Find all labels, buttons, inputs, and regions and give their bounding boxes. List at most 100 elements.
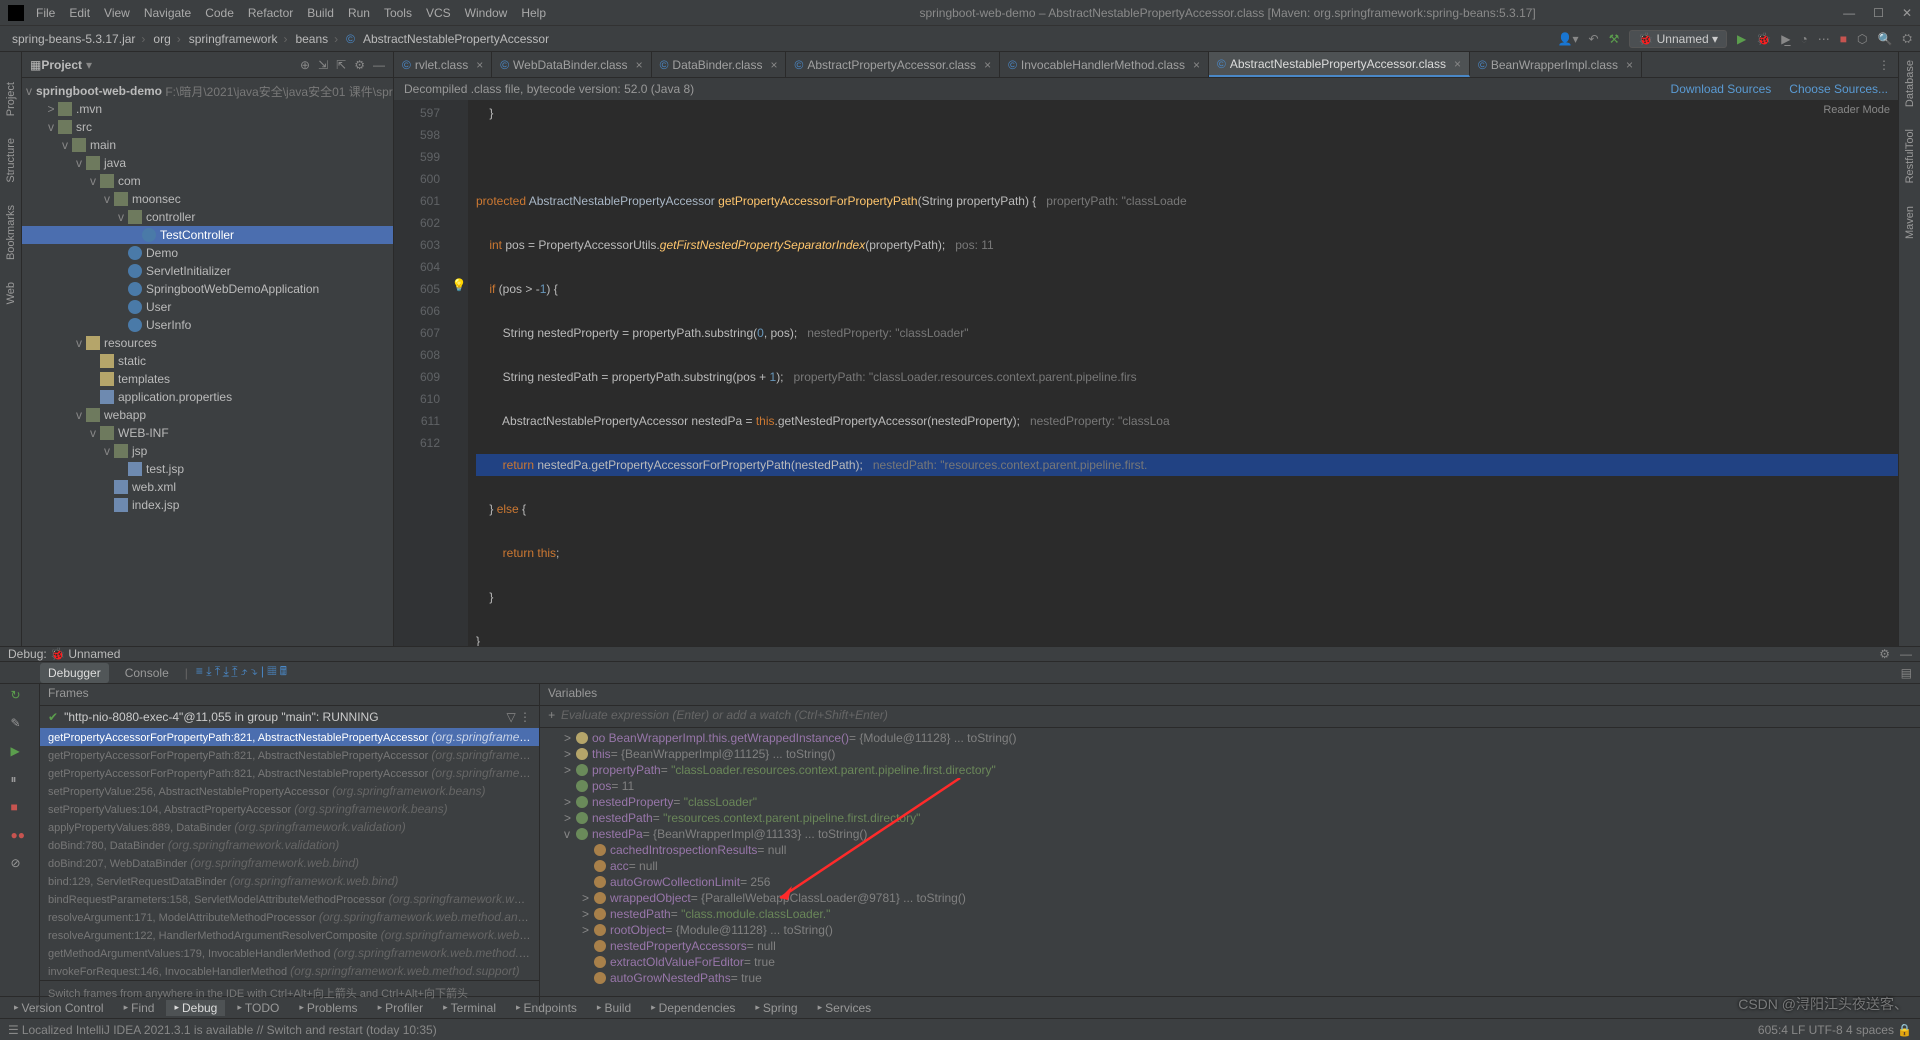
toolwindow-button[interactable]: ▸Find	[116, 1000, 163, 1016]
variable-row[interactable]: acc = null	[540, 858, 1920, 874]
editor-tab[interactable]: ©DataBinder.class×	[652, 52, 787, 77]
close-tab-icon[interactable]: ×	[1626, 58, 1633, 72]
hammer-icon[interactable]: ⚒	[1609, 32, 1620, 46]
stack-frame[interactable]: invokeForRequest:146, InvocableHandlerMe…	[40, 962, 539, 980]
tree-node[interactable]: vjsp	[22, 442, 393, 460]
stack-frame[interactable]: setPropertyValues:104, AbstractPropertyA…	[40, 800, 539, 818]
menu-refactor[interactable]: Refactor	[242, 4, 299, 22]
menu-navigate[interactable]: Navigate	[138, 4, 197, 22]
more-tabs-icon[interactable]: ⋮	[1870, 58, 1898, 72]
crumb[interactable]: spring-beans-5.3.17.jar	[8, 32, 149, 46]
crumb-class[interactable]: AbstractNestablePropertyAccessor	[359, 32, 553, 46]
tree-node[interactable]: Demo	[22, 244, 393, 262]
maximize-icon[interactable]: ☐	[1873, 6, 1884, 20]
tree-node[interactable]: vresources	[22, 334, 393, 352]
minimize-icon[interactable]: —	[1843, 6, 1855, 20]
toolwindow-button[interactable]: ▸Debug	[166, 1000, 225, 1016]
variable-row[interactable]: vnestedPa = {BeanWrapperImpl@11133} ... …	[540, 826, 1920, 842]
git-icon[interactable]: ⬡	[1857, 32, 1867, 46]
menu-code[interactable]: Code	[199, 4, 240, 22]
tree-node[interactable]: static	[22, 352, 393, 370]
variable-row[interactable]: >nestedProperty = "classLoader"	[540, 794, 1920, 810]
stack-frame[interactable]: setPropertyValue:256, AbstractNestablePr…	[40, 782, 539, 800]
toolwindow-button[interactable]: ▸Profiler	[370, 1000, 432, 1016]
debugger-tab[interactable]: Debugger	[40, 663, 109, 683]
variable-row[interactable]: >wrappedObject = {ParallelWebappClassLoa…	[540, 890, 1920, 906]
tree-node[interactable]: >.mvn	[22, 100, 393, 118]
back-icon[interactable]: ↶	[1589, 32, 1599, 46]
intention-bulb-icon[interactable]: 💡	[450, 278, 468, 292]
lock-icon[interactable]: 🔒	[1897, 1023, 1912, 1037]
stack-frame[interactable]: bindRequestParameters:158, ServletModelA…	[40, 890, 539, 908]
tree-node[interactable]: index.jsp	[22, 496, 393, 514]
tree-node[interactable]: web.xml	[22, 478, 393, 496]
tree-node[interactable]: vjava	[22, 154, 393, 172]
toolwindow-button[interactable]: ▸Problems	[291, 1000, 365, 1016]
close-tab-icon[interactable]: ×	[1454, 57, 1461, 71]
attach-icon[interactable]: ⋯	[1818, 32, 1830, 46]
code-editor[interactable]: 5975985996006016026036046056066076086096…	[394, 100, 1898, 646]
stack-frame[interactable]: bind:129, ServletRequestDataBinder (org.…	[40, 872, 539, 890]
debug-session-name[interactable]: Unnamed	[68, 647, 120, 661]
tree-node[interactable]: vwebapp	[22, 406, 393, 424]
tree-node[interactable]: TestController	[22, 226, 393, 244]
variable-row[interactable]: >nestedPath = "class.module.classLoader.…	[540, 906, 1920, 922]
variable-row[interactable]: nestedPropertyAccessors = null	[540, 938, 1920, 954]
menu-run[interactable]: Run	[342, 4, 376, 22]
tree-node[interactable]: templates	[22, 370, 393, 388]
stack-frame[interactable]: doBind:207, WebDataBinder (org.springfra…	[40, 854, 539, 872]
maven-stripe[interactable]: Maven	[1904, 206, 1916, 239]
tree-node[interactable]: User	[22, 298, 393, 316]
tree-node[interactable]: vmoonsec	[22, 190, 393, 208]
variable-row[interactable]: >nestedPath = "resources.context.parent.…	[540, 810, 1920, 826]
menu-build[interactable]: Build	[301, 4, 340, 22]
crumb[interactable]: springframework	[185, 32, 292, 46]
database-stripe[interactable]: Database	[1904, 60, 1916, 107]
collapse-icon[interactable]: ⇱	[336, 58, 346, 72]
hide-icon[interactable]: —	[373, 58, 385, 72]
reader-mode-badge[interactable]: Reader Mode	[1823, 104, 1890, 116]
variable-row[interactable]: >oo BeanWrapperImpl.this.getWrappedInsta…	[540, 730, 1920, 746]
tree-node[interactable]: test.jsp	[22, 460, 393, 478]
variable-row[interactable]: >propertyPath = "classLoader.resources.c…	[540, 762, 1920, 778]
debug-settings-icon[interactable]: ⚙	[1879, 647, 1890, 661]
expand-icon[interactable]: ⇲	[318, 58, 328, 72]
toolwindow-button[interactable]: ▸TODO	[229, 1000, 287, 1016]
search-icon[interactable]: 🔍	[1877, 32, 1892, 46]
crumb[interactable]: beans	[291, 32, 342, 46]
structure-stripe[interactable]: Structure	[5, 138, 17, 183]
tree-node[interactable]: application.properties	[22, 388, 393, 406]
stack-frame[interactable]: getPropertyAccessorForPropertyPath:821, …	[40, 746, 539, 764]
project-view-dropdown[interactable]: ▾	[86, 58, 92, 72]
editor-tab[interactable]: ©WebDataBinder.class×	[492, 52, 651, 77]
tree-node[interactable]: vcom	[22, 172, 393, 190]
stack-frame[interactable]: applyPropertyValues:889, DataBinder (org…	[40, 818, 539, 836]
resume-icon[interactable]: ▶	[11, 744, 29, 762]
rerun-icon[interactable]: ↻	[11, 688, 29, 706]
close-tab-icon[interactable]: ×	[1193, 58, 1200, 72]
restful-stripe[interactable]: RestfulTool	[1904, 129, 1916, 183]
close-tab-icon[interactable]: ×	[636, 58, 643, 72]
user-icon[interactable]: 👤▾	[1558, 32, 1579, 46]
project-tree[interactable]: vspringboot-web-demo F:\暗月\2021\java安全\j…	[22, 78, 393, 646]
close-tab-icon[interactable]: ×	[984, 58, 991, 72]
variable-row[interactable]: autoGrowCollectionLimit = 256	[540, 874, 1920, 890]
mute-icon[interactable]: ⊘	[11, 856, 29, 874]
editor-tab[interactable]: ©InvocableHandlerMethod.class×	[1000, 52, 1209, 77]
select-opened-icon[interactable]: ⊕	[300, 58, 310, 72]
profile-icon[interactable]: ◔	[1800, 32, 1807, 46]
stop-icon[interactable]: ■	[11, 800, 29, 818]
breakpoints-icon[interactable]: ●●	[11, 828, 29, 846]
close-tab-icon[interactable]: ×	[476, 58, 483, 72]
stack-frame[interactable]: getPropertyAccessorForPropertyPath:821, …	[40, 764, 539, 782]
download-sources-link[interactable]: Download Sources	[1671, 82, 1772, 96]
menu-view[interactable]: View	[98, 4, 136, 22]
stack-frame[interactable]: resolveArgument:122, HandlerMethodArgume…	[40, 926, 539, 944]
choose-sources-link[interactable]: Choose Sources...	[1789, 82, 1888, 96]
menu-window[interactable]: Window	[459, 4, 514, 22]
menu-file[interactable]: File	[30, 4, 61, 22]
tree-node[interactable]: vsrc	[22, 118, 393, 136]
tree-node[interactable]: SpringbootWebDemoApplication	[22, 280, 393, 298]
bookmarks-stripe[interactable]: Bookmarks	[5, 205, 17, 260]
toolwindow-button[interactable]: ▸Terminal	[435, 1000, 504, 1016]
